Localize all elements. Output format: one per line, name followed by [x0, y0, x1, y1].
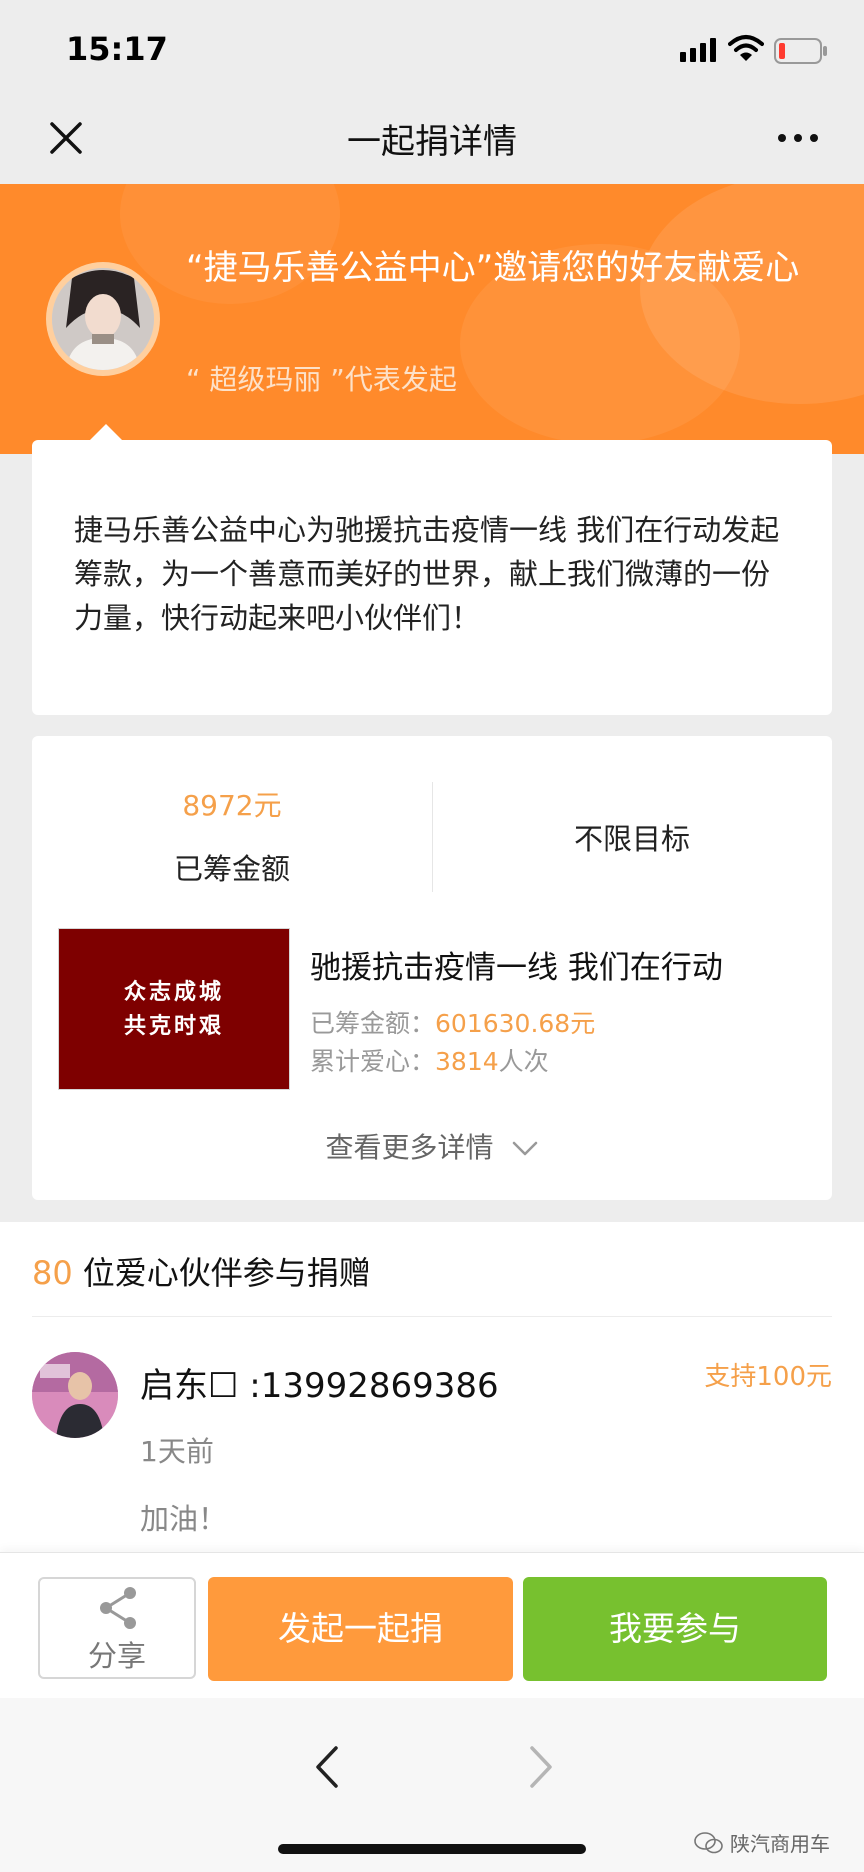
- project-love: 累计爱心：3814人次: [310, 1042, 549, 1078]
- project-title[interactable]: 驰援抗击疫情一线 我们在行动: [310, 942, 723, 987]
- donors-section: 80 位爱心伙伴参与捐赠 启东☐ :13992869386 支持100元 1天前 …: [0, 1222, 864, 1552]
- share-button[interactable]: 分享: [38, 1577, 196, 1679]
- project-love-unit: 人次: [498, 1047, 549, 1076]
- project-love-label: 累计爱心：: [310, 1047, 436, 1076]
- target-label: 不限目标: [573, 822, 690, 856]
- join-button[interactable]: 我要参与: [523, 1577, 827, 1681]
- donors-count: 80 位爱心伙伴参与捐赠: [32, 1248, 371, 1294]
- project-love-value: 3814: [435, 1047, 499, 1076]
- start-fundraiser-button[interactable]: 发起一起捐: [208, 1577, 513, 1681]
- watermark-text: 陕汽商用车: [730, 1832, 830, 1856]
- action-bar: 分享 发起一起捐 我要参与: [0, 1552, 864, 1699]
- more-details-link[interactable]: 查看更多详情: [32, 1126, 832, 1166]
- nav-bar: 一起捐详情: [0, 100, 864, 184]
- description-card: 捷马乐善公益中心为驰援抗击疫情一线 我们在行动发起筹款，为一个善意而美好的世界，…: [32, 440, 832, 715]
- chevron-down-icon: [513, 1141, 538, 1156]
- divider: [32, 1316, 832, 1317]
- donor-amount: 支持100元: [704, 1362, 832, 1392]
- hero-banner: “捷马乐善公益中心”邀请您的好友献爱心 “ 超级玛丽 ”代表发起: [0, 184, 864, 454]
- card-pointer: [90, 424, 122, 440]
- wechat-icon: [694, 1831, 723, 1853]
- wifi-icon: [728, 35, 764, 61]
- donors-count-number: 80: [32, 1254, 73, 1292]
- share-icon: [100, 1587, 136, 1629]
- donor-name: 启东☐ :13992869386: [140, 1366, 499, 1406]
- status-time: 15:17: [66, 30, 168, 68]
- banner-line: 共克时艰: [123, 1013, 224, 1039]
- project-raised-unit: 元: [570, 1009, 596, 1038]
- project-raised-value: 601630.68: [435, 1009, 571, 1038]
- share-label: 分享: [87, 1639, 146, 1673]
- more-details-label: 查看更多详情: [325, 1131, 494, 1164]
- battery-icon: [774, 38, 827, 64]
- raised-label: 已筹金额: [173, 852, 290, 886]
- stats-card: 8972元 已筹金额 不限目标 众志成城 共克时艰 驰援抗击疫情一线 我们在行动…: [32, 736, 832, 1200]
- signal-icon: [680, 38, 716, 62]
- browser-toolbar: 陕汽商用车: [0, 1698, 864, 1872]
- banner-line: 众志成城: [123, 979, 224, 1005]
- project-banner-image[interactable]: 众志成城 共克时艰: [58, 928, 290, 1090]
- initiator-avatar: [46, 262, 160, 376]
- hero-title: “捷马乐善公益中心”邀请您的好友献爱心: [186, 248, 800, 288]
- raised-amount: 8972元: [182, 789, 282, 822]
- donor-message: 加油！: [140, 1502, 228, 1536]
- project-raised: 已筹金额：601630.68元: [310, 1004, 595, 1040]
- status-bar: 15:17: [0, 0, 864, 100]
- donors-count-label: 位爱心伙伴参与捐赠: [82, 1254, 371, 1292]
- description-text: 捷马乐善公益中心为驰援抗击疫情一线 我们在行动发起筹款，为一个善意而美好的世界，…: [74, 513, 780, 635]
- back-icon[interactable]: [312, 1744, 342, 1790]
- hero-subtitle: “ 超级玛丽 ”代表发起: [186, 363, 457, 396]
- more-icon[interactable]: [776, 118, 820, 158]
- forward-icon[interactable]: [526, 1744, 556, 1790]
- home-indicator[interactable]: [278, 1844, 586, 1854]
- page-title: 一起捐详情: [347, 122, 517, 162]
- watermark: 陕汽商用车: [694, 1828, 830, 1857]
- project-raised-label: 已筹金额：: [310, 1009, 436, 1038]
- donor-time: 1天前: [140, 1435, 214, 1468]
- donor-avatar[interactable]: [32, 1352, 118, 1438]
